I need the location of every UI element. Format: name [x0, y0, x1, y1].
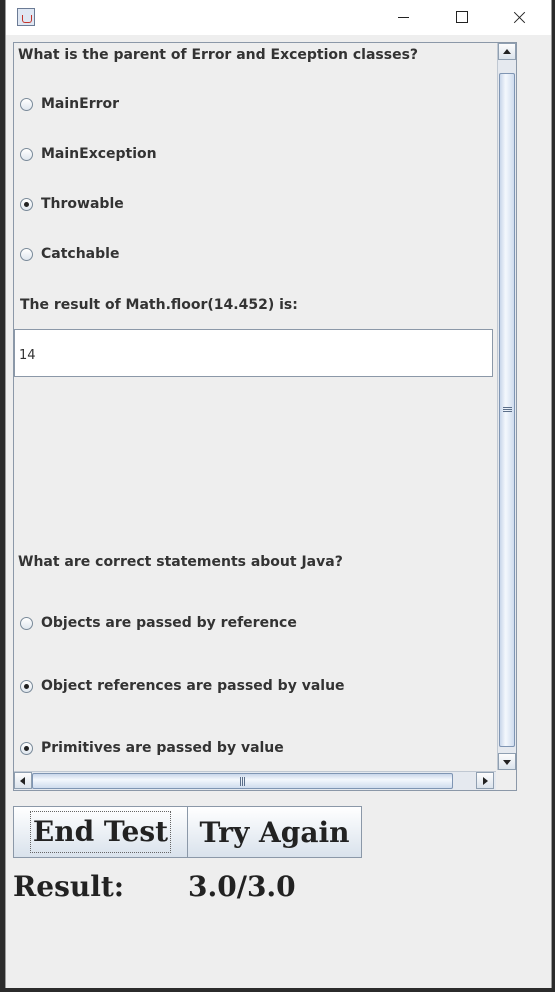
checkbox-radio-selected[interactable] — [20, 679, 33, 693]
radio-button-selected[interactable] — [20, 197, 33, 211]
arrow-up-icon — [503, 49, 511, 54]
minimize-icon[interactable] — [380, 0, 426, 35]
checkbox-radio[interactable] — [20, 616, 33, 630]
vertical-scrollbar[interactable] — [497, 43, 516, 772]
arrow-right-icon — [483, 777, 488, 785]
option-label: Primitives are passed by value — [41, 740, 284, 756]
radio-button[interactable] — [20, 97, 33, 111]
horizontal-scrollbar[interactable] — [14, 771, 498, 790]
question-3-text: What are correct statements about Java? — [18, 554, 343, 570]
quiz-scroll-pane[interactable]: What is the parent of Error and Exceptio… — [13, 42, 517, 791]
app-window: What is the parent of Error and Exceptio… — [5, 0, 552, 988]
option-label: Throwable — [41, 196, 124, 212]
q1-option-catchable[interactable]: Catchable — [20, 244, 119, 264]
close-icon[interactable] — [496, 0, 542, 35]
end-test-label: End Test — [29, 811, 172, 853]
maximize-icon[interactable] — [438, 0, 484, 35]
answer-text-field[interactable]: 14 — [14, 329, 493, 377]
q1-option-throwable[interactable]: Throwable — [20, 194, 124, 214]
scroll-down-button[interactable] — [498, 753, 516, 770]
arrow-down-icon — [503, 760, 511, 765]
q1-option-mainerror[interactable]: MainError — [20, 94, 119, 114]
java-cup-icon — [17, 8, 35, 26]
scroll-right-button[interactable] — [476, 772, 494, 789]
scroll-up-button[interactable] — [498, 43, 516, 60]
q3-option-primitives-by-value[interactable]: Primitives are passed by value — [20, 738, 284, 758]
end-test-button[interactable]: End Test — [13, 806, 188, 858]
option-label: MainException — [41, 146, 157, 162]
checkbox-radio-selected[interactable] — [20, 741, 33, 755]
title-bar — [6, 0, 551, 35]
option-label: Catchable — [41, 246, 120, 262]
scroll-corner — [496, 770, 516, 790]
option-label: MainError — [41, 96, 120, 112]
try-again-button[interactable]: Try Again — [187, 806, 362, 858]
result-label: Result: — [13, 870, 125, 903]
result-value: 3.0/3.0 — [188, 870, 296, 903]
question-1-text: What is the parent of Error and Exceptio… — [18, 47, 419, 63]
q1-option-mainexception[interactable]: MainException — [20, 144, 157, 164]
radio-button[interactable] — [20, 147, 33, 161]
option-label: Object references are passed by value — [41, 678, 345, 694]
try-again-label: Try Again — [199, 815, 350, 849]
vertical-scroll-thumb[interactable] — [499, 73, 515, 747]
q3-option-references-by-value[interactable]: Object references are passed by value — [20, 676, 345, 696]
q3-option-objects-by-reference[interactable]: Objects are passed by reference — [20, 613, 297, 633]
question-2-text: The result of Math.floor(14.452) is: — [20, 297, 298, 313]
horizontal-scroll-thumb[interactable] — [32, 773, 453, 789]
quiz-content: What is the parent of Error and Exceptio… — [14, 43, 493, 772]
option-label: Objects are passed by reference — [41, 615, 297, 631]
scroll-left-button[interactable] — [14, 772, 32, 789]
arrow-left-icon — [20, 777, 25, 785]
radio-button[interactable] — [20, 247, 33, 261]
